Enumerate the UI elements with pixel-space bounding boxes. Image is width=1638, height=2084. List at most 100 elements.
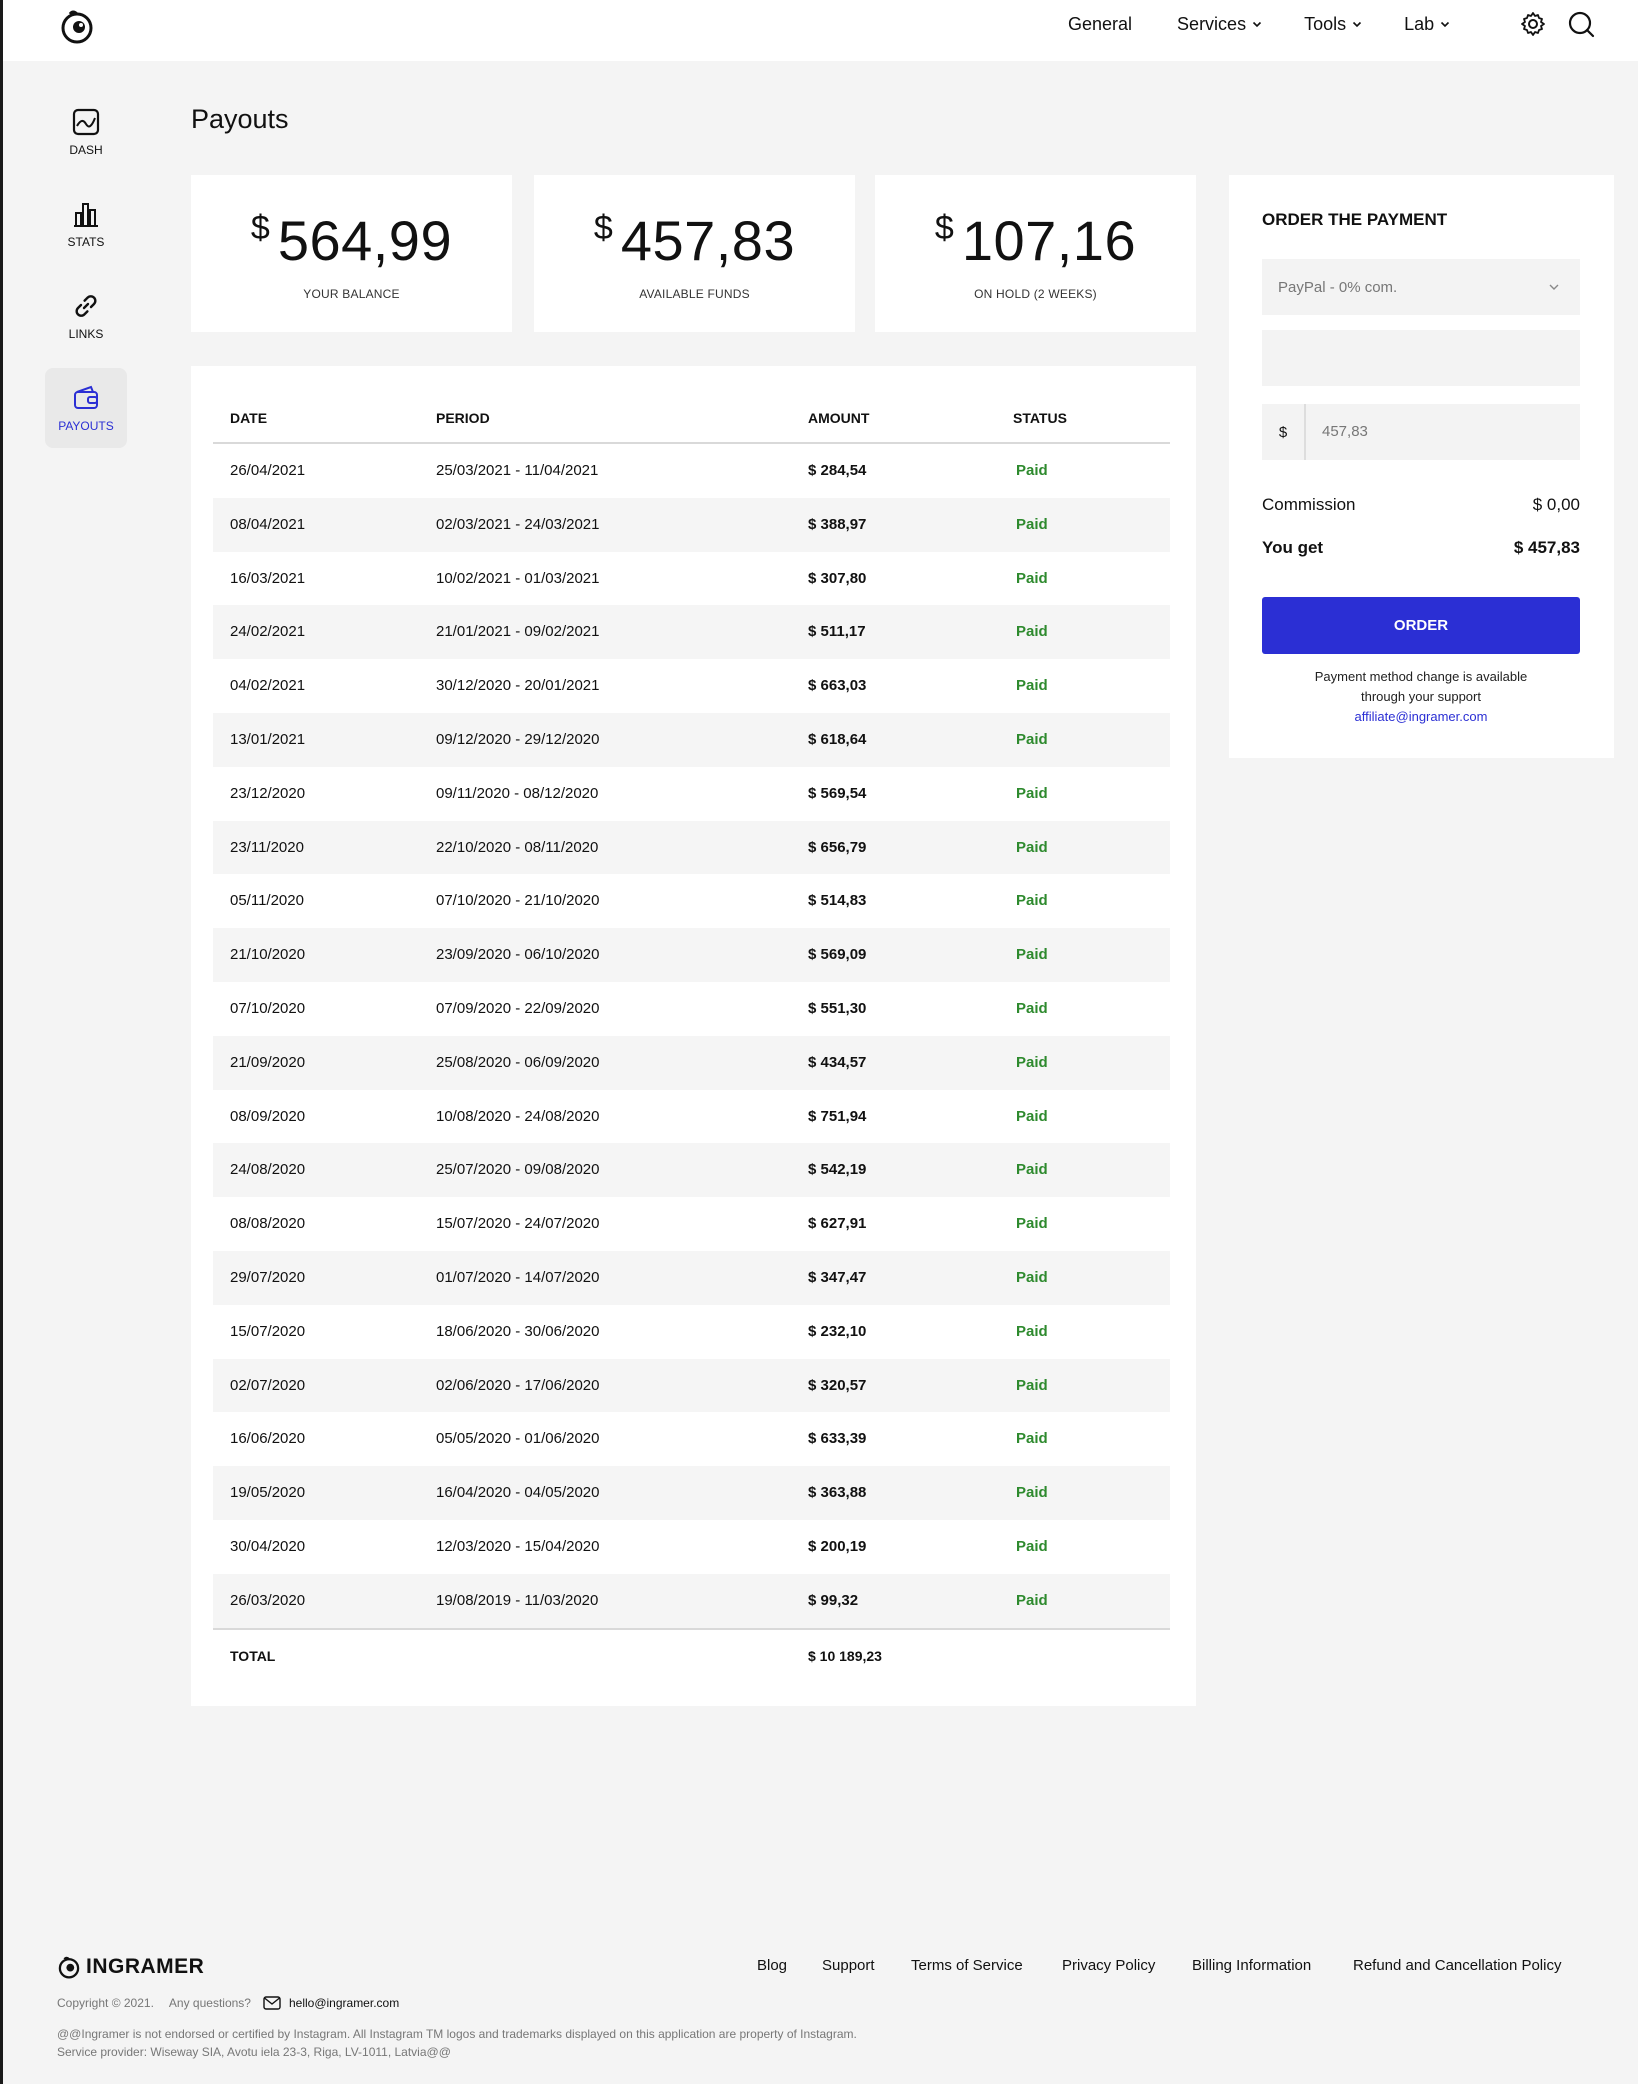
currency-symbol: $ [593,209,613,247]
support-email-link[interactable]: affiliate@ingramer.com [1355,709,1488,724]
nav-general[interactable]: General [1068,14,1132,35]
payment-account-field[interactable] [1262,330,1580,386]
cell-date: 08/08/2020 [230,1215,306,1233]
status-badge: Paid [1016,1484,1048,1502]
cell-period: 25/03/2021 - 11/04/2021 [436,462,599,479]
payment-method-value: PayPal - 0% com. [1278,278,1398,296]
commission-label: Commission [1262,495,1356,514]
status-badge: Paid [1016,784,1048,802]
cell-date: 04/02/2021 [230,677,306,695]
cell-date: 19/05/2020 [230,1484,306,1502]
column-header-date[interactable]: DATE [230,410,267,426]
cell-date: 30/04/2020 [230,1537,306,1555]
amount-placeholder: 457,83 [1322,423,1368,440]
table-row: 15/07/2020 18/06/2020 - 30/06/2020 $ 232,1… [213,1305,1170,1359]
status-badge: Paid [1016,623,1048,641]
column-header-amount[interactable]: AMOUNT [808,410,869,426]
cell-period: 07/10/2020 - 21/10/2020 [436,892,600,910]
available-funds-value: $ 457,83 [594,209,795,273]
gear-icon[interactable] [1519,10,1547,38]
cell-date: 21/10/2020 [230,946,306,964]
sidebar-item-links[interactable]: LINKS [45,276,127,356]
cell-amount: $ 514,83 [808,892,867,910]
cell-period: 02/06/2020 - 17/06/2020 [436,1376,600,1394]
table-row: 21/10/2020 23/09/2020 - 06/10/2020 $ 569,0… [213,928,1170,982]
footer-link-terms[interactable]: Terms of Service [911,1957,1023,1974]
cell-date: 16/03/2021 [230,569,306,587]
ingramer-logo-icon[interactable] [57,6,97,46]
sidebar-item-dash[interactable]: DASH [45,92,127,172]
cell-date: 24/02/2021 [230,623,306,641]
status-badge: Paid [1016,569,1048,587]
footer-link-privacy[interactable]: Privacy Policy [1062,1957,1155,1974]
search-icon[interactable] [1567,10,1595,38]
cell-amount: $ 633,39 [808,1430,867,1448]
footer: INGRAMER Blog Support Terms of Service P… [0,1945,1638,2084]
cell-amount: $ 551,30 [808,999,867,1017]
sidebar-item-label: STATS [67,235,105,249]
footer-email-link[interactable]: hello@ingramer.com [289,1996,399,2010]
cell-amount: $ 569,09 [808,946,867,964]
table-row: 23/11/2020 22/10/2020 - 08/11/2020 $ 656,7… [213,820,1170,875]
cell-period: 15/07/2020 - 24/07/2020 [436,1215,600,1233]
currency-symbol: $ [250,209,270,247]
total-amount: $ 10 189,23 [808,1648,882,1664]
table-row: 05/11/2020 07/10/2020 - 21/10/2020 $ 514,8… [213,874,1170,928]
amount-input[interactable]: $ 457,83 [1262,404,1580,460]
nav-services-label: Services [1177,13,1247,34]
nav-tools[interactable]: Tools [1304,14,1362,35]
footer-link-support[interactable]: Support [822,1957,875,1974]
cell-date: 15/07/2020 [230,1322,306,1340]
cell-amount: $ 320,57 [808,1376,867,1394]
footer-link-billing[interactable]: Billing Information [1192,1957,1311,1974]
nav-general-label: General [1068,13,1133,34]
sidebar-item-label: LINKS [68,327,104,341]
cell-amount: $ 663,03 [808,677,867,695]
balance-value: $ 564,99 [251,209,452,273]
cell-period: 01/07/2020 - 14/07/2020 [436,1268,600,1286]
page-title: Payouts [191,104,289,134]
status-badge: Paid [1016,730,1048,748]
table-row: 16/03/2021 10/02/2021 - 01/03/2021 $ 307,8… [213,552,1170,606]
cell-amount: $ 434,57 [808,1053,867,1071]
footer-link-refund[interactable]: Refund and Cancellation Policy [1353,1957,1561,1974]
nav-tools-label: Tools [1304,13,1347,34]
footer-link-blog[interactable]: Blog [757,1957,787,1974]
link-icon [75,295,97,317]
cell-period: 21/01/2021 - 09/02/2021 [436,623,600,641]
table-header: DATE PERIOD AMOUNT STATUS [213,396,1170,444]
cell-period: 02/03/2021 - 24/03/2021 [436,515,600,533]
cell-amount: $ 627,91 [808,1215,867,1233]
table-row: 04/02/2021 30/12/2020 - 20/01/2021 $ 663,0… [213,659,1170,713]
total-label: TOTAL [230,1648,276,1664]
order-title: ORDER THE PAYMENT [1262,210,1448,229]
cell-amount: $ 232,10 [808,1322,867,1340]
status-badge: Paid [1016,1161,1048,1179]
nav-services[interactable]: Services [1177,14,1262,35]
cell-date: 23/11/2020 [230,838,304,856]
cell-period: 09/12/2020 - 29/12/2020 [436,730,600,748]
column-header-status[interactable]: STATUS [1013,410,1067,426]
column-header-period[interactable]: PERIOD [436,410,490,426]
cell-amount: $ 542,19 [808,1161,867,1179]
available-funds-amount: 457,83 [620,209,796,272]
cell-period: 30/12/2020 - 20/01/2021 [436,677,600,695]
order-note-line: Payment method change is available [1314,669,1528,684]
status-badge: Paid [1016,946,1048,964]
nav-lab[interactable]: Lab [1404,14,1450,35]
cell-amount: $ 99,32 [808,1591,859,1609]
stats-icon [74,203,98,227]
available-funds-label: AVAILABLE FUNDS [639,287,750,301]
footer-logo[interactable]: INGRAMER [56,1954,204,1980]
on-hold-label: ON HOLD (2 WEEKS) [974,287,1097,301]
cell-period: 18/06/2020 - 30/06/2020 [436,1322,600,1340]
questions-label: Any questions? [168,1996,251,2010]
status-badge: Paid [1016,1591,1048,1609]
table-row: 30/04/2020 12/03/2020 - 15/04/2020 $ 200,1… [213,1520,1170,1574]
cell-period: 10/08/2020 - 24/08/2020 [436,1107,600,1125]
sidebar-item-stats[interactable]: STATS [45,184,127,264]
order-button[interactable]: ORDER [1262,597,1580,654]
sidebar-item-payouts[interactable]: PAYOUTS [45,368,127,448]
payment-method-select[interactable]: PayPal - 0% com. [1262,259,1580,315]
status-badge: Paid [1016,999,1048,1017]
